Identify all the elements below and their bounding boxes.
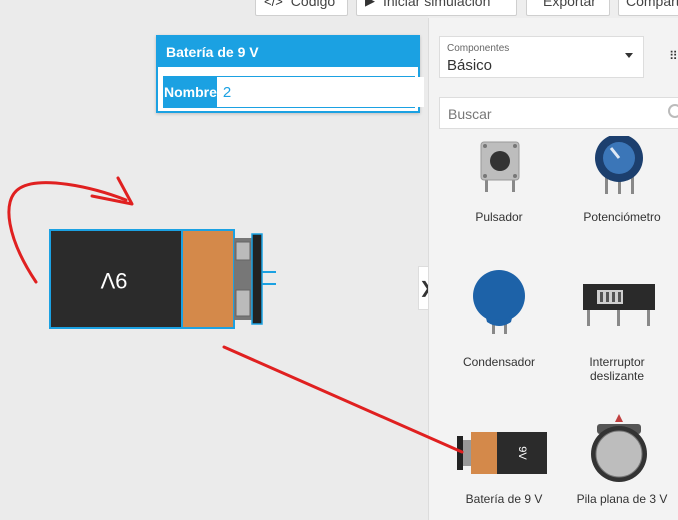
code-label: Código	[290, 0, 336, 9]
component-name: Condensador	[462, 355, 536, 369]
slide-switch-icon	[583, 284, 655, 326]
name-property-row: Nombre	[163, 76, 424, 108]
component-name: Potenciómetro	[583, 210, 661, 224]
simulate-label: Iniciar simulación	[383, 0, 491, 9]
battery-icon-label: 9V	[516, 446, 528, 460]
pushbutton-icon	[480, 141, 520, 192]
play-icon: ▶	[365, 0, 375, 8]
coin-cell-icon	[591, 414, 647, 482]
search-box	[439, 97, 678, 130]
component-coin-cell[interactable]: Pila plana de 3 V	[567, 414, 677, 518]
export-label: Exportar	[543, 0, 596, 9]
components-sidebar: Componentes Básico ⠿ Pulsador	[428, 18, 678, 520]
component-name: Pila plana de 3 V	[576, 492, 668, 506]
code-icon: </>	[264, 0, 283, 9]
components-dropdown[interactable]: Componentes Básico	[439, 36, 644, 78]
search-icon	[668, 104, 678, 118]
properties-title: Batería de 9 V	[158, 37, 418, 67]
battery-9v-on-canvas[interactable]: 9V	[48, 228, 280, 330]
component-name: Batería de 9 V	[465, 492, 543, 506]
share-label: Compartir	[626, 0, 678, 9]
components-value: Básico	[447, 57, 493, 74]
properties-panel: Batería de 9 V Nombre	[156, 35, 424, 113]
component-name: Interruptor deslizante	[589, 355, 645, 383]
component-slide-switch[interactable]: Interruptor deslizante	[567, 268, 677, 388]
component-potentiometer[interactable]: Potenciómetro	[567, 136, 677, 232]
capacitor-icon	[473, 270, 525, 334]
start-simulation-button[interactable]: ▶ Iniciar simulación	[356, 0, 517, 16]
name-label: Nombre	[164, 77, 217, 107]
search-input[interactable]	[440, 98, 665, 130]
battery-9v-icon: 9V	[457, 432, 547, 474]
battery-label: 9V	[100, 268, 127, 293]
export-button[interactable]: Exportar	[526, 0, 610, 16]
component-pushbutton[interactable]: Pulsador	[449, 136, 549, 232]
component-battery-9v[interactable]: 9V Batería de 9 V	[449, 418, 559, 518]
grid-view-icon[interactable]: ⠿	[669, 49, 678, 63]
caret-down-icon	[625, 53, 633, 58]
component-capacitor[interactable]: Condensador	[449, 268, 549, 369]
code-button[interactable]: </> Código	[255, 0, 348, 16]
name-field[interactable]	[216, 77, 424, 107]
components-label: Componentes	[447, 43, 510, 54]
component-name: Pulsador	[475, 210, 523, 224]
potentiometer-icon	[595, 136, 643, 194]
share-button[interactable]: Compartir	[618, 0, 678, 16]
